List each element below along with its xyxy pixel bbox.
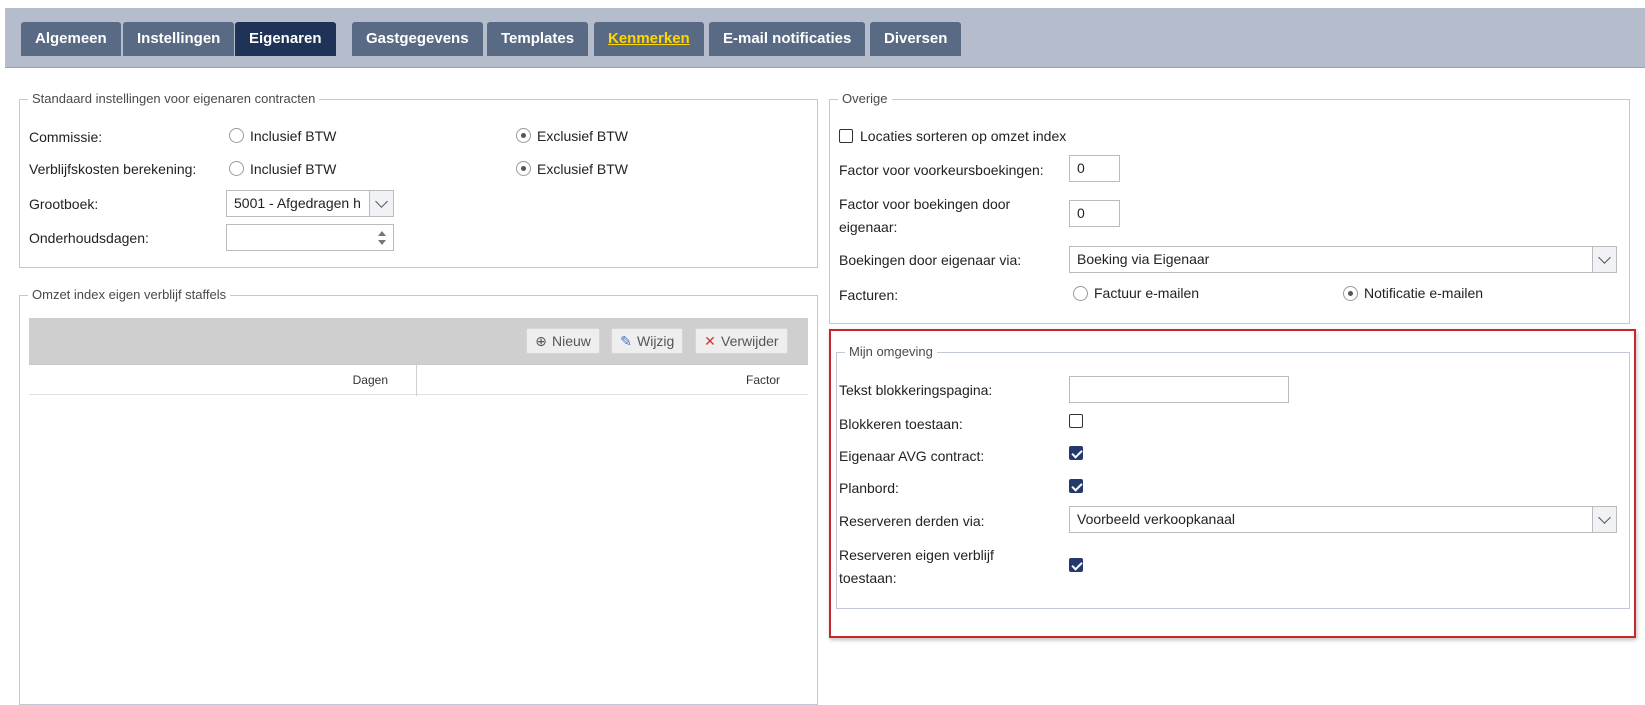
commissie-incl-label: Inclusief BTW (250, 128, 337, 144)
onderhoud-label: Onderhoudsdagen: (29, 230, 149, 246)
standaard-legend: Standaard instellingen voor eigenaren co… (28, 91, 320, 107)
column-factor[interactable]: Factor (417, 365, 808, 396)
facturen-label: Facturen: (839, 287, 899, 303)
sorteren-checkbox[interactable] (839, 129, 853, 143)
verblijf-label: Verblijfskosten berekening: (29, 161, 197, 177)
verblijf-excl-label: Exclusief BTW (537, 161, 629, 177)
tab-eigenaren[interactable]: Eigenaren (235, 22, 336, 56)
boekingen-value: Boeking via Eigenaar (1077, 251, 1210, 267)
tab-bar: Algemeen Instellingen Eigenaren Gastgege… (5, 8, 1645, 68)
eigenaar-factor-label-1: Factor voor boekingen door (839, 196, 1011, 212)
derden-select[interactable]: Voorbeeld verkoopkanaal (1069, 506, 1617, 533)
voorkeur-label: Factor voor voorkeursboekingen: (839, 162, 1044, 178)
chevron-down-icon[interactable] (369, 191, 393, 216)
nieuw-label: Nieuw (552, 333, 591, 349)
tab-diversen[interactable]: Diversen (870, 22, 962, 56)
eigenaar-factor-value: 0 (1077, 205, 1085, 221)
tekst-label: Tekst blokkeringspagina: (839, 382, 993, 398)
tab-algemeen[interactable]: Algemeen (21, 22, 121, 56)
wijzig-button[interactable]: ✎ Wijzig (611, 328, 684, 354)
verblijf-incl-label: Inclusief BTW (250, 161, 337, 177)
onderhoudsdagen-input[interactable] (226, 224, 394, 251)
factuur-label: Factuur e-mailen (1094, 285, 1200, 301)
tekst-input[interactable] (1069, 376, 1289, 403)
commissie-excl-label: Exclusief BTW (537, 128, 629, 144)
grootboek-value: 5001 - Afgedragen h (234, 195, 361, 211)
plus-circle-icon: ⊕ (535, 333, 547, 349)
notificatie-label: Notificatie e-mailen (1364, 285, 1484, 301)
tab-templates[interactable]: Templates (487, 22, 589, 56)
chevron-down-icon[interactable] (1592, 247, 1616, 272)
tab-email-notificaties[interactable]: E-mail notificaties (709, 22, 866, 56)
boekingen-select[interactable]: Boeking via Eigenaar (1069, 246, 1617, 273)
commissie-incl-radio[interactable] (229, 128, 244, 143)
avg-checkbox[interactable] (1069, 446, 1083, 460)
nieuw-button[interactable]: ⊕ Nieuw (526, 328, 600, 354)
planbord-label: Planbord: (839, 480, 899, 496)
mijn-legend: Mijn omgeving (845, 344, 937, 360)
edit-icon: ✎ (620, 333, 632, 349)
sorteren-label: Locaties sorteren op omzet index (860, 128, 1067, 144)
grid-toolbar: ⊕ Nieuw ✎ Wijzig ✕ Verwijder (29, 318, 808, 364)
chevron-down-icon[interactable] (1592, 507, 1616, 532)
blokkeren-label: Blokkeren toestaan: (839, 416, 963, 432)
eigenaar-factor-input[interactable]: 0 (1069, 200, 1120, 227)
notificatie-radio[interactable] (1343, 286, 1358, 301)
tab-instellingen[interactable]: Instellingen (123, 22, 235, 56)
voorkeur-value: 0 (1077, 160, 1085, 176)
commissie-excl-radio[interactable] (516, 128, 531, 143)
column-dagen[interactable]: Dagen (29, 365, 417, 396)
grootboek-label: Grootboek: (29, 196, 99, 212)
wijzig-label: Wijzig (637, 333, 675, 349)
boekingen-label: Boekingen door eigenaar via: (839, 252, 1022, 268)
tab-kenmerken[interactable]: Kenmerken (594, 22, 704, 56)
derden-value: Voorbeeld verkoopkanaal (1077, 511, 1236, 527)
avg-label: Eigenaar AVG contract: (839, 448, 985, 464)
tab-gastgegevens[interactable]: Gastgegevens (352, 22, 483, 56)
planbord-checkbox[interactable] (1069, 479, 1083, 493)
eigenaar-factor-label-2: eigenaar: (839, 219, 898, 235)
voorkeur-input[interactable]: 0 (1069, 155, 1120, 182)
grootboek-select[interactable]: 5001 - Afgedragen h (226, 190, 394, 217)
overige-legend: Overige (838, 91, 892, 107)
grid-header: Dagen Factor (29, 364, 808, 396)
factuur-radio[interactable] (1073, 286, 1088, 301)
eigen-checkbox[interactable] (1069, 558, 1083, 572)
eigen-label-1: Reserveren eigen verblijf (839, 547, 994, 563)
blokkeren-checkbox[interactable] (1069, 414, 1083, 428)
verblijf-excl-radio[interactable] (516, 161, 531, 176)
verwijder-label: Verwijder (721, 333, 779, 349)
eigen-label-2: toestaan: (839, 570, 897, 586)
derden-label: Reserveren derden via: (839, 513, 985, 529)
omzet-legend: Omzet index eigen verblijf staffels (28, 287, 231, 303)
delete-icon: ✕ (704, 333, 716, 349)
commissie-label: Commissie: (29, 129, 103, 145)
spinner-icon[interactable] (377, 229, 387, 247)
verblijf-incl-radio[interactable] (229, 161, 244, 176)
verwijder-button[interactable]: ✕ Verwijder (695, 328, 788, 354)
